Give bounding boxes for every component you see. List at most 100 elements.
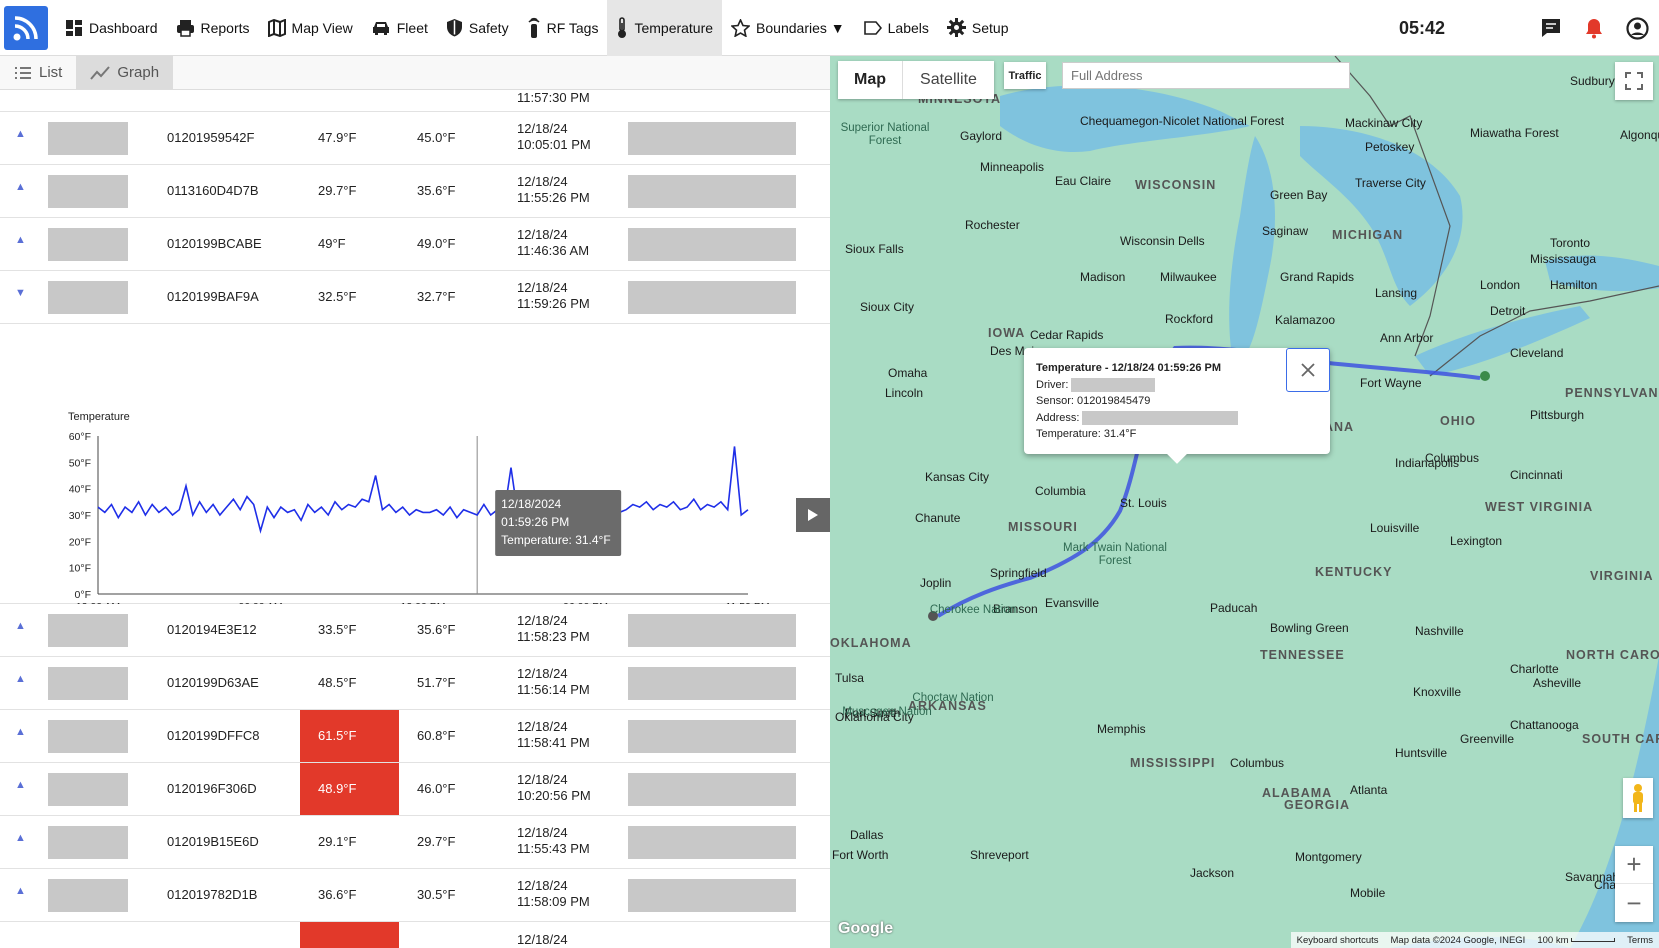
expand-arrow-icon[interactable]: ▲: [15, 234, 26, 246]
nav-labels[interactable]: Labels: [854, 0, 938, 56]
redacted-location: [628, 228, 796, 261]
zoom-in-button[interactable]: +: [1615, 846, 1653, 884]
popup-temperature: Temperature: 31.4°F: [1036, 428, 1137, 440]
redacted-location: [628, 281, 796, 314]
fullscreen-button[interactable]: [1615, 62, 1653, 100]
reading-time: 11:46:36 AM: [517, 243, 590, 258]
account-icon[interactable]: [1626, 17, 1649, 40]
table-row[interactable]: ▲ 0120194E3E12 33.5°F 35.6°F 12/18/24 11:58:2…: [0, 604, 830, 657]
app-logo-icon[interactable]: [4, 5, 48, 50]
nav-dashboard[interactable]: Dashboard: [56, 0, 167, 56]
car-icon: [372, 21, 389, 35]
temperature-chart[interactable]: Temperature 0°F 10°F 20°F 30°F 40°F 50°F 60°F 12…: [0, 324, 830, 625]
thermometer-icon: [618, 16, 627, 38]
map-city-label: Chequamegon-Nicolet National Forest: [1080, 114, 1285, 128]
tab-list[interactable]: List: [0, 56, 76, 89]
temperature-graph[interactable]: Temperature 0°F 10°F 20°F 30°F 40°F 50°F 60°F 12…: [0, 324, 830, 625]
reading-temperature: 30.5°F: [417, 887, 456, 902]
pegman-icon: [1633, 784, 1643, 812]
table-row[interactable]: ▼ 0120199BAF9A 32.5°F 32.7°F 12/18/24 11:59:2…: [0, 271, 830, 324]
table-row[interactable]: ▲ 0120196F306D 48.9°F 46.0°F 12/18/24 10:20:5…: [0, 763, 830, 816]
map-city-label: Green Bay: [1270, 188, 1328, 202]
table-row[interactable]: ▲ 0120199BCABE 49°F 49.0°F 12/18/24 11:46:36 …: [0, 218, 830, 271]
fullscreen-icon: [1625, 72, 1643, 90]
redacted-location: [628, 773, 796, 806]
map-city-label: Algonquin Provinc Park: [1620, 128, 1659, 142]
nav-fleet[interactable]: Fleet: [362, 0, 437, 56]
sensor-id: 0120196F306D: [167, 781, 257, 796]
bell-icon[interactable]: [1584, 17, 1604, 39]
y-tick-label: 0°F: [75, 589, 91, 601]
chart-title: Temperature: [68, 411, 130, 423]
expand-arrow-icon[interactable]: ▲: [15, 673, 26, 685]
nav-label: Temperature: [634, 19, 714, 36]
expand-arrow-icon[interactable]: ▲: [15, 832, 26, 844]
redacted-location: [628, 879, 796, 912]
expand-arrow-icon[interactable]: ▲: [15, 128, 26, 140]
map-state-label: OKLAHOMA: [830, 636, 912, 650]
current-temperature: 33.5°F: [318, 622, 357, 637]
nav-map-view[interactable]: Map View: [259, 0, 362, 56]
table-row[interactable]: ▲ 01201959542F 47.9°F 45.0°F 12/18/24 10:05:0…: [0, 112, 830, 165]
expand-arrow-icon[interactable]: ▲: [15, 779, 26, 791]
table-row-partial[interactable]: 12/18/24: [0, 922, 830, 948]
map-state-label: WISCONSIN: [1135, 178, 1217, 192]
nav-temperature[interactable]: Temperature: [607, 0, 723, 56]
redacted-driver: [1071, 377, 1156, 392]
popup-close-button[interactable]: [1286, 348, 1330, 392]
map-city-label: Paducah: [1210, 601, 1258, 615]
reading-date: 12/18/24: [517, 174, 568, 189]
sensor-id: 01201959542F: [167, 130, 255, 145]
keyboard-shortcuts-link[interactable]: Keyboard shortcuts: [1297, 935, 1379, 946]
reading-datetime: 12/18/24 11:55:26 PM: [517, 174, 590, 206]
zoom-out-button[interactable]: −: [1615, 884, 1653, 922]
street-view-pegman[interactable]: [1623, 778, 1653, 818]
map-city-label: Rochester: [965, 218, 1020, 232]
map-city-label: Chattanooga: [1510, 718, 1579, 732]
map-city-label: Lexington: [1450, 534, 1503, 548]
table-row[interactable]: ▲ 012019B15E6D 29.1°F 29.7°F 12/18/24 11:55:4…: [0, 816, 830, 869]
table-row[interactable]: ▲ 0120199DFFC8 61.5°F 60.8°F 12/18/24 11:58:4…: [0, 710, 830, 763]
sensor-id: 0120194E3E12: [167, 622, 257, 637]
map-panel[interactable]: Sudbury Mackinaw City Miawatha Forest Algon…: [830, 56, 1659, 948]
reading-datetime: 12/18/24 11:58:23 PM: [517, 613, 590, 645]
nav-setup[interactable]: Setup: [938, 0, 1018, 56]
redacted-asset-name: [48, 879, 128, 912]
reading-date: 12/18/24: [517, 121, 568, 136]
table-row[interactable]: ▲ 0113160D4D7B 29.7°F 35.6°F 12/18/24 11:55:2…: [0, 165, 830, 218]
map-city-label: Nashville: [1415, 624, 1464, 638]
terms-link[interactable]: Terms: [1627, 935, 1653, 946]
graph-next-button[interactable]: [796, 498, 830, 532]
redacted-asset-name: [48, 175, 128, 208]
table-row[interactable]: ▲ 012019782D1B 36.6°F 30.5°F 12/18/24 11:58:0…: [0, 869, 830, 922]
map-type-satellite-button[interactable]: Satellite: [903, 61, 994, 99]
table-row[interactable]: ▲ 0120199D63AE 48.5°F 51.7°F 12/18/24 11:56:1…: [0, 657, 830, 710]
map-area-label: Muscogee Nation: [842, 706, 932, 718]
current-temperature: 48.9°F: [318, 781, 357, 796]
dashboard-icon: [66, 19, 82, 36]
map-copyright: Map data ©2024 Google, INEGI: [1390, 934, 1526, 946]
address-search-input[interactable]: [1062, 62, 1350, 89]
chat-icon[interactable]: [1540, 17, 1562, 39]
redacted-location: [628, 667, 796, 700]
nav-safety[interactable]: Safety: [437, 0, 518, 56]
expand-arrow-icon[interactable]: ▲: [15, 620, 26, 632]
nav-label: Fleet: [396, 19, 428, 36]
expand-arrow-icon[interactable]: ▲: [15, 885, 26, 897]
reading-temperature: 60.8°F: [417, 728, 456, 743]
expand-arrow-icon[interactable]: ▲: [15, 726, 26, 738]
collapse-arrow-icon[interactable]: ▼: [15, 287, 26, 299]
map-state-label: SOUTH CAROLINA: [1582, 732, 1659, 746]
expand-arrow-icon[interactable]: ▲: [15, 181, 26, 193]
map-type-map-button[interactable]: Map: [838, 61, 903, 99]
reading-datetime: 12/18/24 10:20:56 PM: [517, 772, 591, 804]
nav-rf-tags[interactable]: RF Tags: [518, 0, 608, 56]
traffic-toggle-button[interactable]: Traffic: [1004, 62, 1046, 89]
nav-boundaries[interactable]: Boundaries ▼: [722, 0, 854, 56]
map-state-label: PENNSYLVANIA: [1565, 386, 1659, 400]
reading-time: 11:55:26 PM: [517, 190, 590, 205]
tab-graph[interactable]: Graph: [76, 56, 174, 89]
map-city-label: Ann Arbor: [1380, 331, 1434, 345]
nav-reports[interactable]: Reports: [167, 0, 259, 56]
table-row-partial[interactable]: 11:57:30 PM: [0, 90, 830, 112]
